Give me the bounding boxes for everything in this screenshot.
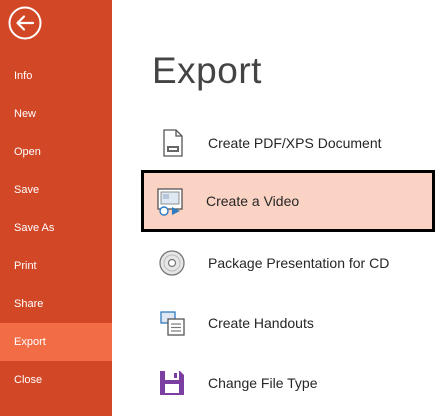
create-handouts-option[interactable]: Create Handouts bbox=[146, 295, 434, 351]
sidebar-item-share[interactable]: Share bbox=[0, 285, 112, 323]
sidebar-item-export[interactable]: Export bbox=[0, 323, 112, 361]
create-video-option[interactable]: Create a Video bbox=[141, 170, 435, 232]
handouts-icon bbox=[160, 311, 185, 336]
create-handouts-label: Create Handouts bbox=[208, 315, 314, 331]
export-panel: Export Create PDF/XPS Document Create a … bbox=[112, 0, 440, 416]
change-file-type-option[interactable]: Change File Type bbox=[146, 355, 434, 411]
sidebar-item-save[interactable]: Save bbox=[0, 171, 112, 209]
create-video-label: Create a Video bbox=[206, 193, 300, 209]
change-file-type-label: Change File Type bbox=[208, 375, 318, 391]
sidebar-item-print[interactable]: Print bbox=[0, 247, 112, 285]
back-button[interactable] bbox=[7, 5, 43, 41]
package-for-cd-label: Package Presentation for CD bbox=[208, 255, 390, 271]
sidebar-item-save-as[interactable]: Save As bbox=[0, 209, 112, 247]
back-arrow-icon bbox=[8, 6, 42, 40]
sidebar-item-close[interactable]: Close bbox=[0, 361, 112, 399]
sidebar-item-new[interactable]: New bbox=[0, 95, 112, 133]
page-title: Export bbox=[152, 50, 262, 91]
package-for-cd-option[interactable]: Package Presentation for CD bbox=[146, 235, 434, 291]
sidebar-item-open[interactable]: Open bbox=[0, 133, 112, 171]
create-pdf-xps-option[interactable]: Create PDF/XPS Document bbox=[146, 115, 434, 171]
file-type-icon bbox=[160, 371, 184, 395]
create-pdf-xps-label: Create PDF/XPS Document bbox=[208, 135, 382, 151]
video-icon bbox=[157, 188, 183, 216]
backstage-sidebar: Info New Open Save Save As Print Share E… bbox=[0, 0, 112, 416]
pdf-document-icon bbox=[163, 129, 183, 157]
cd-icon bbox=[159, 250, 185, 276]
sidebar-item-info[interactable]: Info bbox=[0, 57, 112, 95]
